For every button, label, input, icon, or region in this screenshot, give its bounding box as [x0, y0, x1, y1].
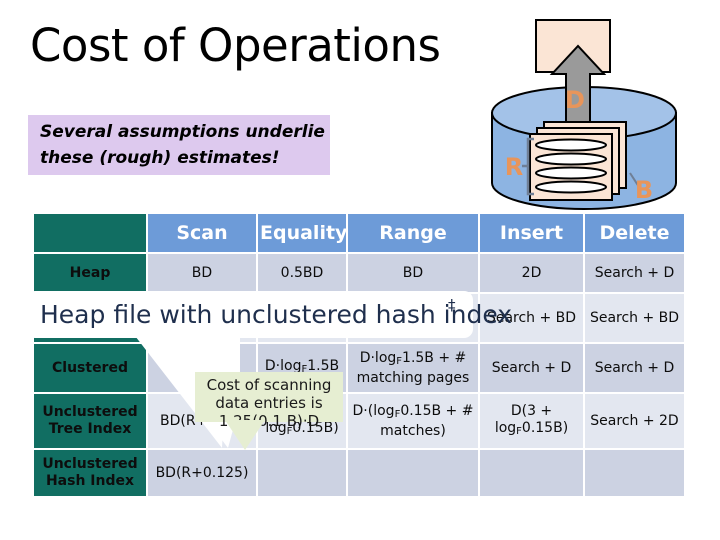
cell-unclustered-tree-insert: D(3 + logF0.15B): [480, 394, 583, 448]
cell-unclustered-tree-range: D·(logF0.15B + # matches): [348, 394, 478, 448]
record-row-3: [535, 166, 607, 180]
cell-heap-equality: 0.5BD: [258, 254, 346, 292]
table-row: Heap BD 0.5BD BD 2D Search + D: [34, 254, 684, 292]
cell-unclustered-hash-equality: [258, 450, 346, 496]
cell-heap-range: BD: [348, 254, 478, 292]
double-dagger-icon: ‡: [448, 296, 456, 314]
assumptions-note-line1: Several assumptions underlie: [40, 122, 325, 142]
tooltip-pointer-shape: [225, 420, 265, 450]
cell-heap-insert: 2D: [480, 254, 583, 292]
table-corner-cell: [34, 214, 146, 252]
cell-unclustered-tree-delete: Search + 2D: [585, 394, 684, 448]
cell-clustered-range: D·logF1.5B + # matching pages: [348, 344, 478, 392]
record-row-2: [535, 152, 607, 166]
database-cylinder-figure: D R B: [478, 18, 690, 210]
column-header-insert[interactable]: Insert: [480, 214, 583, 252]
cell-clustered-insert: Search + D: [480, 344, 583, 392]
slide-canvas: Cost of Operations Several assumptions u…: [0, 0, 720, 540]
scan-cost-tooltip-line3: 1.25(0.1 B)·D: [218, 412, 320, 430]
cell-unclustered-hash-delete: [585, 450, 684, 496]
cell-heap-scan: BD: [148, 254, 256, 292]
record-row-4: [535, 180, 607, 194]
annotation-bubble-text: Heap file with unclustered hash index: [40, 300, 513, 329]
table-header-row: Scan Equality Range Insert Delete: [34, 214, 684, 252]
annotation-bubble[interactable]: Heap file with unclustered hash index: [26, 291, 512, 338]
column-header-range[interactable]: Range: [348, 214, 478, 252]
column-header-equality[interactable]: Equality: [258, 214, 347, 252]
figure-label-d: D: [565, 86, 585, 114]
column-header-delete[interactable]: Delete: [585, 214, 684, 252]
cell-clustered-delete: Search + D: [585, 344, 684, 392]
assumptions-note-line2: these (rough) estimates!: [40, 148, 280, 168]
cell-sorted-delete: Search + BD: [585, 294, 684, 342]
assumptions-note: Several assumptions underlie these (roug…: [28, 115, 330, 175]
cell-unclustered-hash-insert: [480, 450, 583, 496]
record-row-1: [535, 138, 607, 152]
figure-label-r: R: [505, 153, 523, 181]
scan-cost-tooltip[interactable]: Cost of scanning data entries is 1.25(0.…: [195, 372, 343, 430]
cell-heap-delete: Search + D: [585, 254, 684, 292]
database-diagram-svg: D R B: [491, 19, 677, 210]
column-header-scan[interactable]: Scan: [148, 214, 256, 252]
page-title: Cost of Operations: [30, 19, 441, 72]
row-label-heap: Heap: [34, 254, 146, 292]
figure-label-b: B: [635, 176, 653, 204]
cell-unclustered-hash-range: [348, 450, 478, 496]
scan-cost-tooltip-line1: Cost of scanning: [206, 376, 332, 394]
scan-cost-tooltip-line2: data entries is: [215, 394, 323, 412]
tooltip-pointer: [225, 420, 265, 450]
